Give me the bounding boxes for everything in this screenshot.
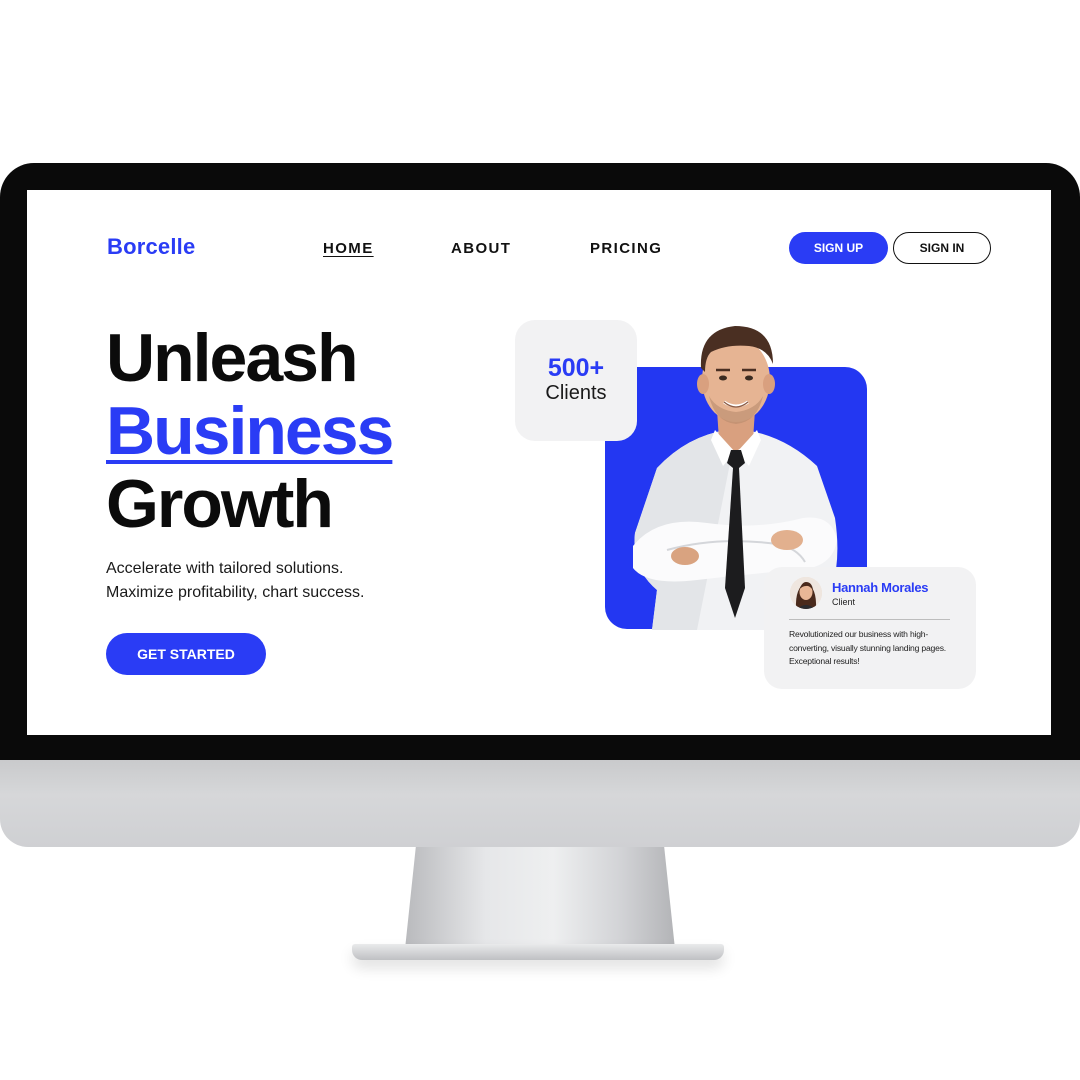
testimonial-text: Revolutionized our business with high-co… bbox=[789, 629, 946, 666]
landing-page-screen: Borcelle HOME ABOUT PRICING SIGN UP SIGN… bbox=[27, 190, 1051, 735]
nav-link-about[interactable]: ABOUT bbox=[451, 240, 511, 257]
nav-link-home[interactable]: HOME bbox=[323, 240, 374, 257]
sign-in-button[interactable]: SIGN IN bbox=[893, 232, 991, 264]
hero-title-line-1: Unleash bbox=[106, 320, 359, 396]
avatar bbox=[790, 577, 822, 609]
hero-subtitle-line-1: Accelerate with tailored solutions. bbox=[106, 560, 344, 577]
testimonial-role: Client bbox=[832, 597, 856, 607]
brand-logo[interactable]: Borcelle bbox=[107, 234, 195, 260]
monitor-chin bbox=[0, 760, 1080, 847]
hero-subtitle: Accelerate with tailored solutions. Maxi… bbox=[106, 557, 364, 604]
testimonial-divider bbox=[789, 619, 950, 620]
hero-subtitle-line-2: Maximize profitability, chart success. bbox=[106, 583, 365, 601]
monitor-stand-base bbox=[352, 944, 724, 960]
testimonial-card: Hannah Morales Client Revolutionized our… bbox=[764, 567, 976, 689]
nav-link-pricing[interactable]: PRICING bbox=[590, 240, 662, 257]
get-started-button[interactable]: GET STARTED bbox=[106, 633, 266, 675]
clients-stat-card: 500+ Clients bbox=[515, 320, 637, 441]
monitor-stand bbox=[405, 847, 675, 949]
sign-up-button[interactable]: SIGN UP bbox=[789, 232, 888, 264]
hero-title-highlight: Business bbox=[106, 393, 394, 469]
avatar-image bbox=[790, 577, 822, 609]
hero-title-line-3: Growth bbox=[106, 466, 334, 542]
testimonial-name: Hannah Morales bbox=[832, 580, 929, 595]
clients-count: 500+ bbox=[547, 354, 605, 382]
clients-label: Clients bbox=[545, 382, 607, 404]
